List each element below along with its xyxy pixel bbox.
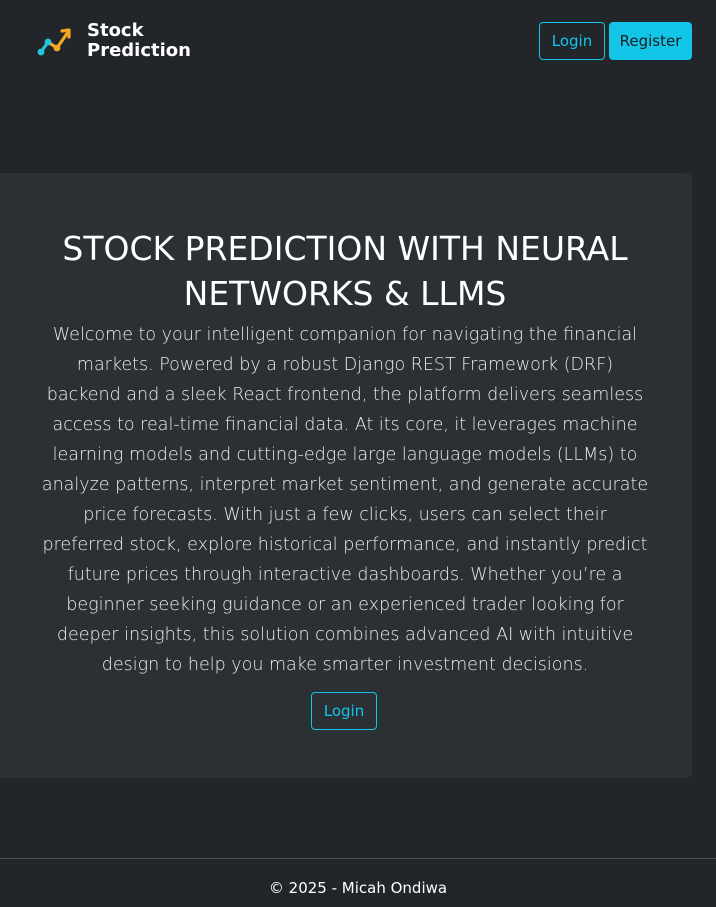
brand-name: Stock Prediction	[87, 21, 191, 61]
nav-register-button[interactable]: Register	[609, 22, 692, 60]
navbar: Stock Prediction Login Register	[0, 0, 716, 84]
brand-name-line1: Stock	[87, 20, 144, 41]
page: Stock Prediction Login Register STOCK PR…	[0, 0, 716, 907]
hero-login-button[interactable]: Login	[311, 692, 377, 730]
trend-line-logo-icon	[37, 28, 71, 56]
hero-title: STOCK PREDICTION WITH NEURAL NETWORKS & …	[62, 229, 628, 313]
hero-description: Welcome to your intelligent companion fo…	[41, 325, 649, 675]
brand[interactable]: Stock Prediction	[34, 20, 191, 62]
nav-login-button[interactable]: Login	[539, 22, 605, 60]
brand-name-line2: Prediction	[87, 40, 191, 61]
footer-divider	[0, 858, 716, 859]
footer-copyright: © 2025 - Micah Ondiwa	[268, 879, 448, 897]
